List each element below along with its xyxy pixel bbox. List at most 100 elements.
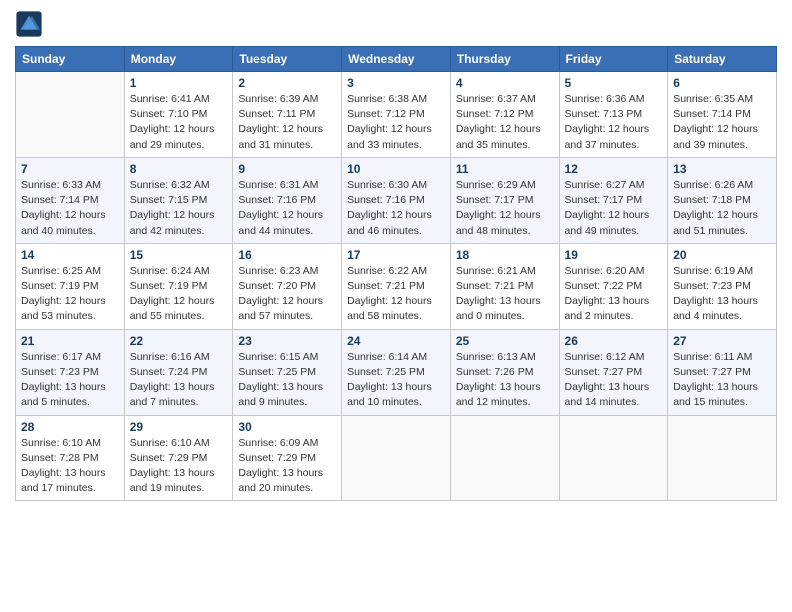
day-info: Sunrise: 6:19 AMSunset: 7:23 PMDaylight:… bbox=[673, 264, 771, 325]
day-cell: 7 Sunrise: 6:33 AMSunset: 7:14 PMDaylight… bbox=[16, 157, 125, 243]
day-number: 26 bbox=[565, 334, 663, 348]
day-info: Sunrise: 6:24 AMSunset: 7:19 PMDaylight:… bbox=[130, 264, 228, 325]
day-info: Sunrise: 6:15 AMSunset: 7:25 PMDaylight:… bbox=[238, 350, 336, 411]
day-cell: 3 Sunrise: 6:38 AMSunset: 7:12 PMDaylight… bbox=[342, 72, 451, 158]
day-info: Sunrise: 6:26 AMSunset: 7:18 PMDaylight:… bbox=[673, 178, 771, 239]
day-cell bbox=[450, 415, 559, 501]
day-number: 20 bbox=[673, 248, 771, 262]
day-info: Sunrise: 6:09 AMSunset: 7:29 PMDaylight:… bbox=[238, 436, 336, 497]
day-info: Sunrise: 6:17 AMSunset: 7:23 PMDaylight:… bbox=[21, 350, 119, 411]
day-cell: 4 Sunrise: 6:37 AMSunset: 7:12 PMDaylight… bbox=[450, 72, 559, 158]
day-cell: 14 Sunrise: 6:25 AMSunset: 7:19 PMDayligh… bbox=[16, 243, 125, 329]
day-cell: 20 Sunrise: 6:19 AMSunset: 7:23 PMDayligh… bbox=[668, 243, 777, 329]
day-cell: 8 Sunrise: 6:32 AMSunset: 7:15 PMDaylight… bbox=[124, 157, 233, 243]
day-number: 10 bbox=[347, 162, 445, 176]
day-info: Sunrise: 6:31 AMSunset: 7:16 PMDaylight:… bbox=[238, 178, 336, 239]
day-cell: 10 Sunrise: 6:30 AMSunset: 7:16 PMDayligh… bbox=[342, 157, 451, 243]
day-cell: 19Sunrise: 6:20 AMSunset: 7:22 PMDayligh… bbox=[559, 243, 668, 329]
day-cell: 24 Sunrise: 6:14 AMSunset: 7:25 PMDayligh… bbox=[342, 329, 451, 415]
day-number: 19 bbox=[565, 248, 663, 262]
day-cell: 11 Sunrise: 6:29 AMSunset: 7:17 PMDayligh… bbox=[450, 157, 559, 243]
day-info: Sunrise: 6:14 AMSunset: 7:25 PMDaylight:… bbox=[347, 350, 445, 411]
day-number: 6 bbox=[673, 76, 771, 90]
calendar-body: 1Sunrise: 6:41 AMSunset: 7:10 PMDaylight… bbox=[16, 72, 777, 501]
calendar-table: SundayMondayTuesdayWednesdayThursdayFrid… bbox=[15, 46, 777, 501]
day-number: 8 bbox=[130, 162, 228, 176]
day-cell: 21 Sunrise: 6:17 AMSunset: 7:23 PMDayligh… bbox=[16, 329, 125, 415]
day-cell: 26 Sunrise: 6:12 AMSunset: 7:27 PMDayligh… bbox=[559, 329, 668, 415]
day-cell bbox=[342, 415, 451, 501]
day-cell: 15 Sunrise: 6:24 AMSunset: 7:19 PMDayligh… bbox=[124, 243, 233, 329]
day-cell: 16 Sunrise: 6:23 AMSunset: 7:20 PMDayligh… bbox=[233, 243, 342, 329]
day-number: 27 bbox=[673, 334, 771, 348]
day-number: 23 bbox=[238, 334, 336, 348]
day-cell: 9 Sunrise: 6:31 AMSunset: 7:16 PMDaylight… bbox=[233, 157, 342, 243]
day-header-tuesday: Tuesday bbox=[233, 47, 342, 72]
day-info: Sunrise: 6:38 AMSunset: 7:12 PMDaylight:… bbox=[347, 92, 445, 153]
day-number: 30 bbox=[238, 420, 336, 434]
logo-icon bbox=[15, 10, 43, 38]
day-number: 11 bbox=[456, 162, 554, 176]
day-cell: 18 Sunrise: 6:21 AMSunset: 7:21 PMDayligh… bbox=[450, 243, 559, 329]
day-header-thursday: Thursday bbox=[450, 47, 559, 72]
day-cell: 30 Sunrise: 6:09 AMSunset: 7:29 PMDayligh… bbox=[233, 415, 342, 501]
day-info: Sunrise: 6:29 AMSunset: 7:17 PMDaylight:… bbox=[456, 178, 554, 239]
page-header bbox=[15, 10, 777, 38]
day-number: 25 bbox=[456, 334, 554, 348]
day-info: Sunrise: 6:30 AMSunset: 7:16 PMDaylight:… bbox=[347, 178, 445, 239]
day-number: 21 bbox=[21, 334, 119, 348]
day-number: 7 bbox=[21, 162, 119, 176]
day-header-saturday: Saturday bbox=[668, 47, 777, 72]
day-info: Sunrise: 6:25 AMSunset: 7:19 PMDaylight:… bbox=[21, 264, 119, 325]
day-info: Sunrise: 6:13 AMSunset: 7:26 PMDaylight:… bbox=[456, 350, 554, 411]
day-number: 15 bbox=[130, 248, 228, 262]
day-info: Sunrise: 6:37 AMSunset: 7:12 PMDaylight:… bbox=[456, 92, 554, 153]
day-number: 17 bbox=[347, 248, 445, 262]
day-cell bbox=[668, 415, 777, 501]
day-cell: 29 Sunrise: 6:10 AMSunset: 7:29 PMDayligh… bbox=[124, 415, 233, 501]
day-info: Sunrise: 6:35 AMSunset: 7:14 PMDaylight:… bbox=[673, 92, 771, 153]
day-cell bbox=[559, 415, 668, 501]
day-number: 16 bbox=[238, 248, 336, 262]
week-row-3: 14 Sunrise: 6:25 AMSunset: 7:19 PMDayligh… bbox=[16, 243, 777, 329]
day-number: 29 bbox=[130, 420, 228, 434]
day-header-friday: Friday bbox=[559, 47, 668, 72]
day-cell: 28 Sunrise: 6:10 AMSunset: 7:28 PMDayligh… bbox=[16, 415, 125, 501]
day-info: Sunrise: 6:11 AMSunset: 7:27 PMDaylight:… bbox=[673, 350, 771, 411]
day-number: 4 bbox=[456, 76, 554, 90]
day-info: Sunrise: 6:36 AMSunset: 7:13 PMDaylight:… bbox=[565, 92, 663, 153]
logo bbox=[15, 10, 47, 38]
day-number: 28 bbox=[21, 420, 119, 434]
day-number: 2 bbox=[238, 76, 336, 90]
day-info: Sunrise: 6:32 AMSunset: 7:15 PMDaylight:… bbox=[130, 178, 228, 239]
day-info: Sunrise: 6:27 AMSunset: 7:17 PMDaylight:… bbox=[565, 178, 663, 239]
day-cell: 13 Sunrise: 6:26 AMSunset: 7:18 PMDayligh… bbox=[668, 157, 777, 243]
day-number: 18 bbox=[456, 248, 554, 262]
day-info: Sunrise: 6:10 AMSunset: 7:28 PMDaylight:… bbox=[21, 436, 119, 497]
day-info: Sunrise: 6:12 AMSunset: 7:27 PMDaylight:… bbox=[565, 350, 663, 411]
calendar-header-row: SundayMondayTuesdayWednesdayThursdayFrid… bbox=[16, 47, 777, 72]
day-info: Sunrise: 6:39 AMSunset: 7:11 PMDaylight:… bbox=[238, 92, 336, 153]
day-info: Sunrise: 6:10 AMSunset: 7:29 PMDaylight:… bbox=[130, 436, 228, 497]
day-number: 22 bbox=[130, 334, 228, 348]
day-info: Sunrise: 6:16 AMSunset: 7:24 PMDaylight:… bbox=[130, 350, 228, 411]
day-info: Sunrise: 6:21 AMSunset: 7:21 PMDaylight:… bbox=[456, 264, 554, 325]
day-info: Sunrise: 6:23 AMSunset: 7:20 PMDaylight:… bbox=[238, 264, 336, 325]
day-info: Sunrise: 6:33 AMSunset: 7:14 PMDaylight:… bbox=[21, 178, 119, 239]
day-cell: 12 Sunrise: 6:27 AMSunset: 7:17 PMDayligh… bbox=[559, 157, 668, 243]
day-header-wednesday: Wednesday bbox=[342, 47, 451, 72]
week-row-2: 7 Sunrise: 6:33 AMSunset: 7:14 PMDaylight… bbox=[16, 157, 777, 243]
day-number: 3 bbox=[347, 76, 445, 90]
day-cell: 17 Sunrise: 6:22 AMSunset: 7:21 PMDayligh… bbox=[342, 243, 451, 329]
day-number: 9 bbox=[238, 162, 336, 176]
day-cell: 27 Sunrise: 6:11 AMSunset: 7:27 PMDayligh… bbox=[668, 329, 777, 415]
day-number: 5 bbox=[565, 76, 663, 90]
day-cell: 22 Sunrise: 6:16 AMSunset: 7:24 PMDayligh… bbox=[124, 329, 233, 415]
day-info: Sunrise: 6:22 AMSunset: 7:21 PMDaylight:… bbox=[347, 264, 445, 325]
day-number: 13 bbox=[673, 162, 771, 176]
day-number: 24 bbox=[347, 334, 445, 348]
day-number: 12 bbox=[565, 162, 663, 176]
week-row-4: 21 Sunrise: 6:17 AMSunset: 7:23 PMDayligh… bbox=[16, 329, 777, 415]
day-cell bbox=[16, 72, 125, 158]
day-number: 14 bbox=[21, 248, 119, 262]
